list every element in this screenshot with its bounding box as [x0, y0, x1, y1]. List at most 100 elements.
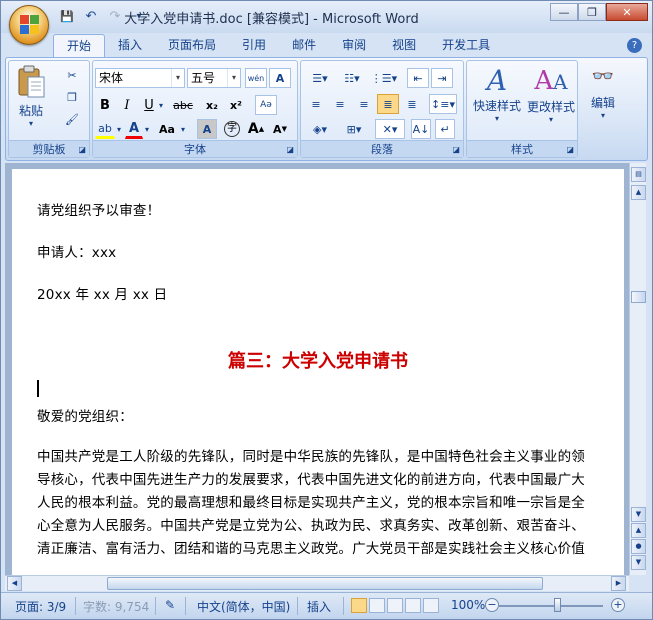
align-center-icon[interactable]: ≡	[329, 94, 351, 114]
underline-button[interactable]: U	[139, 95, 159, 115]
change-case-dropdown-icon[interactable]: ▾	[179, 119, 187, 139]
outline-view-icon[interactable]	[405, 598, 421, 613]
help-icon[interactable]: ?	[627, 38, 642, 53]
justify-icon[interactable]: ≣	[377, 94, 399, 114]
font-color-dropdown-icon[interactable]: ▾	[143, 119, 151, 139]
minimize-button[interactable]: —	[550, 3, 578, 21]
format-painter-icon[interactable]: 🖌	[61, 109, 83, 129]
quick-styles-button[interactable]: A 快速样式 ▾	[469, 65, 525, 124]
word-count[interactable]: 字数: 9,754	[83, 598, 149, 615]
grow-font-button[interactable]: A ▲	[245, 119, 267, 139]
change-styles-label: 更改样式	[526, 100, 575, 114]
tab-developer[interactable]: 开发工具	[429, 34, 503, 58]
tab-home[interactable]: 开始	[53, 34, 106, 58]
paste-label: 粘贴	[18, 104, 43, 118]
window-controls: — ❐ ✕	[550, 3, 648, 21]
tab-mailings[interactable]: 邮件	[279, 34, 329, 58]
subscript-button[interactable]: x₂	[201, 95, 223, 115]
superscript-button[interactable]: x²	[225, 95, 247, 115]
scroll-left-icon[interactable]: ◀	[7, 576, 22, 591]
insert-mode-indicator[interactable]: 插入	[307, 598, 331, 615]
sort-icon[interactable]: A↓	[411, 119, 431, 139]
zoom-slider[interactable]	[499, 605, 603, 607]
zoom-in-icon[interactable]: +	[611, 598, 625, 612]
paste-button[interactable]: 粘贴 ▾	[13, 65, 49, 128]
shrink-font-button[interactable]: A ▼	[269, 119, 291, 139]
font-name-combo[interactable]: 宋体 ▾	[95, 68, 185, 88]
bold-button[interactable]: B	[95, 95, 115, 115]
close-button[interactable]: ✕	[606, 3, 648, 21]
quick-styles-label: 快速样式	[472, 99, 521, 113]
select-browse-object-icon[interactable]: ●	[631, 539, 646, 554]
character-border-icon[interactable]: A	[269, 68, 291, 88]
tab-page-layout[interactable]: 页面布局	[155, 34, 229, 58]
tab-references[interactable]: 引用	[229, 34, 279, 58]
next-page-icon[interactable]: ▼	[631, 555, 646, 570]
vertical-scroll-thumb[interactable]	[631, 291, 646, 303]
document-page[interactable]: 请党组织予以审查！ 申请人：xxx 20xx 年 xx 月 xx 日 篇三：大学…	[12, 169, 624, 579]
tab-review[interactable]: 审阅	[329, 34, 379, 58]
zoom-out-icon[interactable]: −	[485, 598, 499, 612]
align-right-icon[interactable]: ≡	[353, 94, 375, 114]
office-button[interactable]	[9, 5, 49, 45]
line-spacing-icon[interactable]: ↕≡▾	[429, 94, 457, 114]
cut-icon[interactable]: ✂	[61, 65, 83, 85]
align-left-icon[interactable]: ≡	[305, 94, 327, 114]
chinese-layout-icon[interactable]: ✕▾	[375, 119, 405, 139]
borders-icon[interactable]: ⊞▾	[339, 119, 369, 139]
zoom-slider-knob[interactable]	[554, 598, 561, 612]
font-color-icon[interactable]: A	[125, 119, 143, 139]
styles-launcher-icon[interactable]: ◪	[566, 145, 574, 154]
tab-view[interactable]: 视图	[379, 34, 429, 58]
text-highlight-color-icon[interactable]: ab	[95, 119, 115, 139]
vertical-scrollbar[interactable]: ▤ ▲ ▼ ▲ ● ▼	[629, 163, 646, 575]
page-count[interactable]: 页面: 3/9	[15, 598, 66, 615]
clear-formatting-icon[interactable]: Aə	[255, 95, 277, 115]
scroll-right-icon[interactable]: ▶	[611, 576, 626, 591]
increase-indent-icon[interactable]: ⇥	[431, 68, 453, 88]
window-title: 大学入党申请书.doc [兼容模式] - Microsoft Word	[124, 12, 419, 27]
styles-group: A 快速样式 ▾ AA 更改样式 ▾ 样式 ◪	[466, 60, 578, 158]
bullets-icon[interactable]: ☰▾	[305, 68, 335, 88]
doc-line: 敬爱的党组织：	[37, 409, 133, 425]
paragraph-launcher-icon[interactable]: ◪	[452, 145, 460, 154]
tab-insert[interactable]: 插入	[105, 34, 155, 58]
scroll-down-icon[interactable]: ▼	[631, 507, 646, 522]
font-launcher-icon[interactable]: ◪	[286, 145, 294, 154]
strikethrough-button[interactable]: abc	[169, 95, 197, 115]
phonetic-guide-icon[interactable]: wén	[245, 68, 267, 88]
language-indicator[interactable]: 中文(简体，中国)	[197, 598, 290, 615]
previous-page-icon[interactable]: ▲	[631, 523, 646, 538]
restore-button[interactable]: ❐	[578, 3, 606, 21]
change-case-button[interactable]: Aa	[155, 119, 179, 139]
distributed-icon[interactable]: ≣	[401, 94, 423, 114]
decrease-indent-icon[interactable]: ⇤	[407, 68, 429, 88]
numbering-icon[interactable]: ☷▾	[337, 68, 367, 88]
font-size-combo[interactable]: 五号 ▾	[187, 68, 241, 88]
show-marks-icon[interactable]: ↵	[435, 119, 455, 139]
multilevel-list-icon[interactable]: ⋮☰▾	[369, 68, 399, 88]
horizontal-scroll-thumb[interactable]	[107, 577, 543, 590]
shrink-font-label: A	[273, 122, 282, 136]
shading-icon[interactable]: ◈▾	[305, 119, 335, 139]
proofing-icon[interactable]: ✎	[165, 598, 175, 612]
copy-icon[interactable]: ❐	[61, 87, 83, 107]
ruler-toggle-icon[interactable]: ▤	[631, 167, 646, 182]
change-styles-button[interactable]: AA 更改样式 ▾	[523, 65, 579, 124]
enclose-character-icon[interactable]: 字	[221, 119, 243, 139]
print-layout-view-icon[interactable]	[351, 598, 367, 613]
clipboard-launcher-icon[interactable]: ◪	[78, 145, 86, 154]
highlight-dropdown-icon[interactable]: ▾	[115, 119, 123, 139]
italic-button[interactable]: I	[117, 95, 137, 115]
doc-line: 清正廉洁、富有活力、团结和谐的马克思主义政党。广大党员干部是实践社会主义核心价值	[37, 541, 585, 557]
full-screen-reading-view-icon[interactable]	[369, 598, 385, 613]
character-shading-icon[interactable]: A	[197, 119, 217, 139]
underline-dropdown-icon[interactable]: ▾	[157, 95, 165, 115]
scroll-up-icon[interactable]: ▲	[631, 185, 646, 200]
draft-view-icon[interactable]	[423, 598, 439, 613]
zoom-level[interactable]: 100%	[451, 598, 485, 612]
horizontal-scrollbar[interactable]: ◀ ▶	[5, 575, 629, 591]
editing-button[interactable]: 👓 编辑 ▾	[582, 62, 624, 120]
font-name-dropdown-icon: ▾	[171, 69, 184, 87]
web-layout-view-icon[interactable]	[387, 598, 403, 613]
